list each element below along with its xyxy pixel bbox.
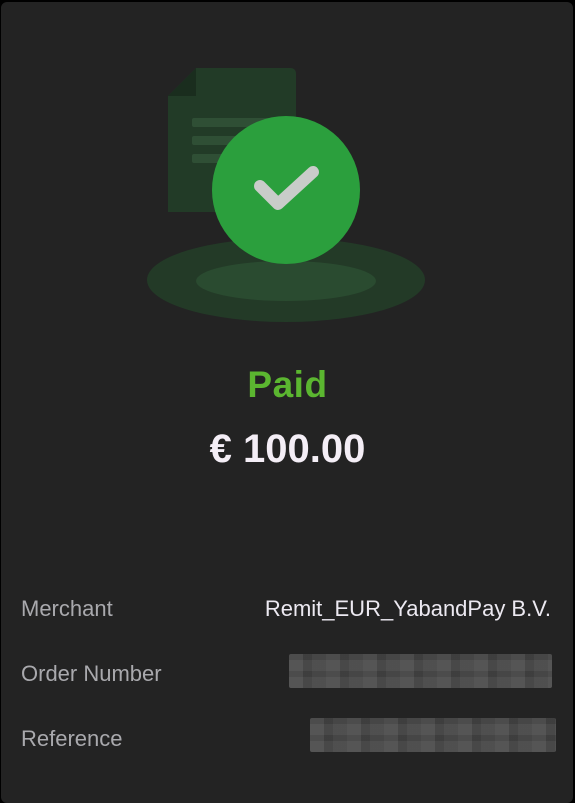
merchant-label: Merchant (21, 596, 113, 621)
order-number-value-redacted (289, 654, 552, 688)
payment-status: Paid (247, 364, 328, 405)
platform-inner (196, 261, 376, 301)
reference-value-redacted (310, 718, 556, 752)
payment-success-illustration (0, 0, 575, 340)
document-check-icon (147, 68, 425, 322)
payment-amount: € 100.00 (209, 427, 366, 471)
order-number-label: Order Number (21, 661, 162, 686)
reference-row: Reference (21, 718, 556, 758)
order-number-row: Order Number (21, 653, 553, 693)
document-fold (168, 68, 196, 96)
reference-label: Reference (21, 726, 123, 751)
merchant-row: Merchant Remit_EUR_YabandPay B.V. (21, 588, 553, 628)
merchant-value: Remit_EUR_YabandPay B.V. (264, 596, 551, 621)
